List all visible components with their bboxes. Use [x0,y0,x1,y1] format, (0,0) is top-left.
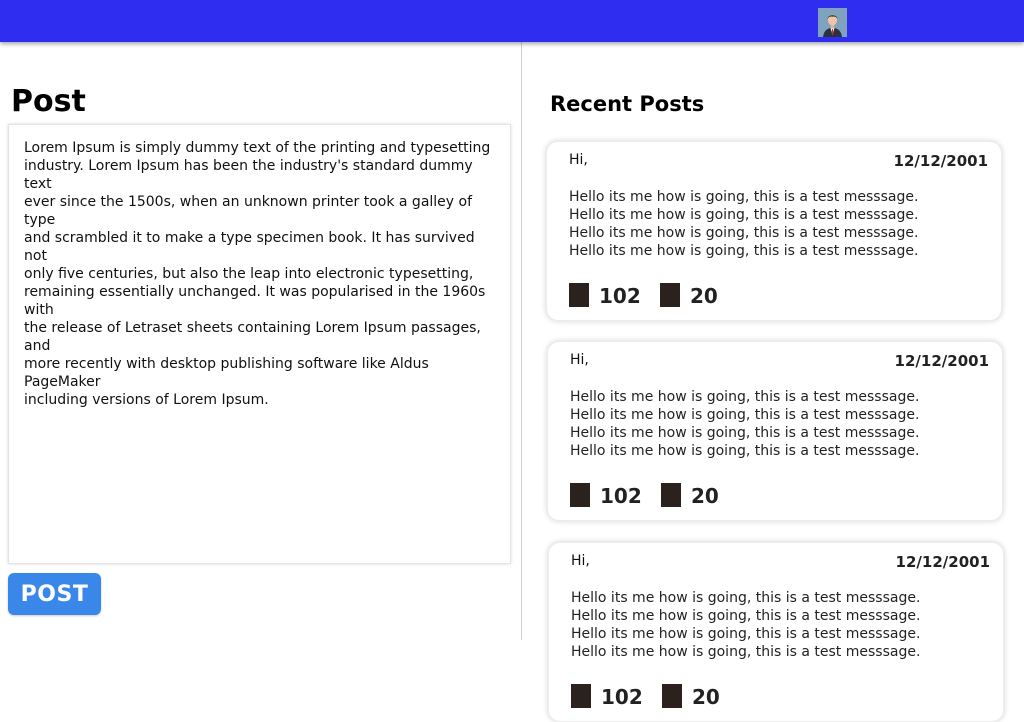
square-icon [569,283,589,307]
recent-post-card[interactable]: Hi, 12/12/2001 Hello its me how is going… [547,341,1003,521]
post-message-line: Hello its me how is going, this is a tes… [571,608,921,624]
top-app-bar [0,0,1024,42]
post-date: 12/12/2001 [893,152,988,170]
avatar-illustration [818,8,847,37]
post-message-line: Hello its me how is going, this is a tes… [569,189,919,205]
post-message: Hello its me how is going, this is a tes… [569,188,989,260]
post-message-line: Hello its me how is going, this is a tes… [570,443,920,459]
stat-count: 20 [690,284,718,308]
post-message-line: Hello its me how is going, this is a tes… [569,243,919,259]
post-message-line: Hello its me how is going, this is a tes… [571,590,921,606]
post-button[interactable]: POST [8,573,101,615]
user-avatar-icon[interactable] [818,8,847,37]
post-message-line: Hello its me how is going, this is a tes… [571,626,921,642]
stat-count: 102 [600,484,642,508]
post-message-line: Hello its me how is going, this is a tes… [569,207,919,223]
recent-posts-panel: Recent Posts Hi, 12/12/2001 Hello its me… [522,42,1024,722]
recent-posts-title: Recent Posts [550,92,705,116]
post-message: Hello its me how is going, this is a tes… [571,589,991,661]
post-greeting: Hi, [569,152,588,168]
square-icon [662,684,682,708]
post-message-line: Hello its me how is going, this is a tes… [570,407,920,423]
post-editor-panel: Post Lorem Ipsum is simply dummy text of… [0,42,522,640]
stat-count: 102 [601,685,643,709]
stat-count: 20 [692,685,720,709]
post-greeting: Hi, [571,553,590,569]
stat-count: 102 [599,284,641,308]
square-icon [570,483,590,507]
recent-post-card[interactable]: Hi, 12/12/2001 Hello its me how is going… [546,141,1002,321]
post-message-line: Hello its me how is going, this is a tes… [569,225,919,241]
page-title: Post [11,84,86,119]
square-icon [660,283,680,307]
post-date: 12/12/2001 [894,352,989,370]
post-message: Hello its me how is going, this is a tes… [570,388,990,460]
square-icon [661,483,681,507]
post-date: 12/12/2001 [895,553,990,571]
square-icon [571,684,591,708]
post-message-line: Hello its me how is going, this is a tes… [571,644,921,660]
post-message-line: Hello its me how is going, this is a tes… [570,389,920,405]
post-greeting: Hi, [570,352,589,368]
post-content-textarea[interactable]: Lorem Ipsum is simply dummy text of the … [8,124,511,564]
stat-count: 20 [691,484,719,508]
recent-post-card[interactable]: Hi, 12/12/2001 Hello its me how is going… [548,542,1004,722]
post-message-line: Hello its me how is going, this is a tes… [570,425,920,441]
